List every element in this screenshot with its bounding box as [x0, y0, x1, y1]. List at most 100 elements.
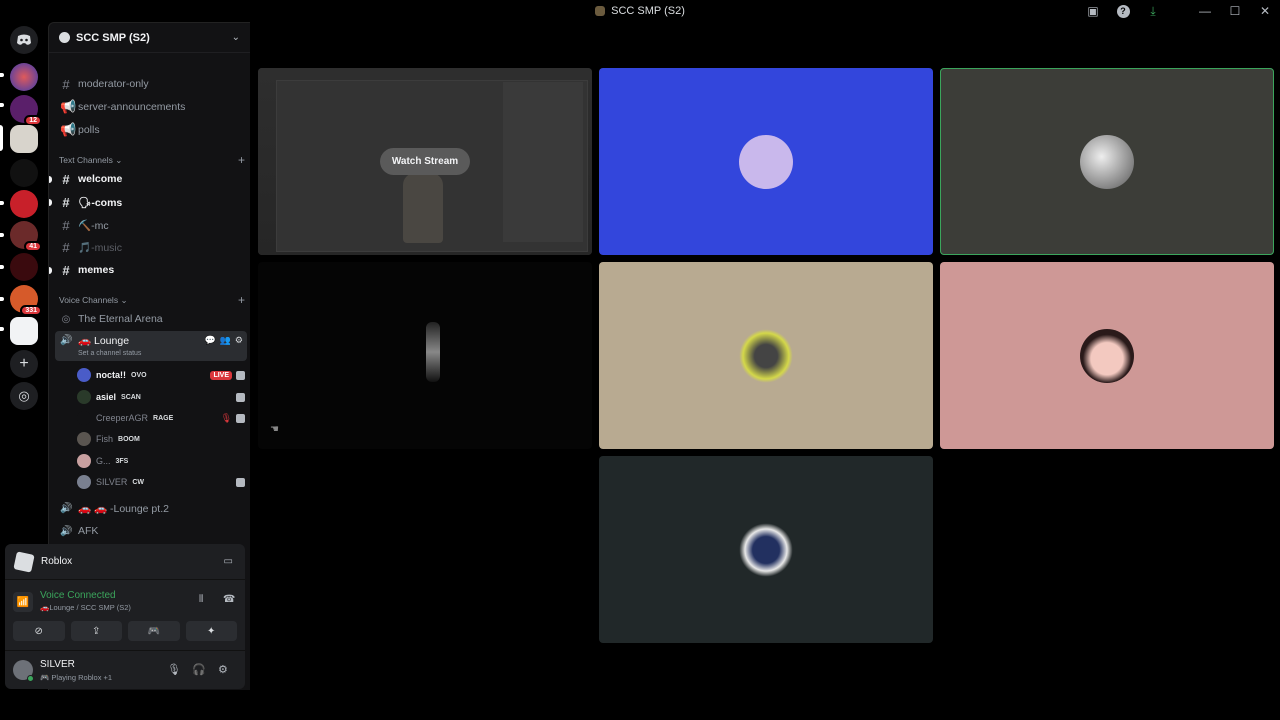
activity-icon — [236, 477, 245, 487]
unread-indicator — [49, 266, 52, 274]
server-icon[interactable] — [10, 63, 38, 91]
voice-actions: ⊘ ⇪ 🎮 ✦ — [13, 621, 237, 641]
voice-user[interactable]: CreeperAGR RAGE 🎙 — [77, 408, 247, 428]
participant-tile[interactable] — [599, 456, 933, 643]
channel-eternal-arena[interactable]: ◎ The Eternal Arena — [55, 309, 247, 329]
channel-server-announcements[interactable]: 📢 server-announcements — [55, 97, 247, 117]
activity-row[interactable]: Roblox ▭ — [5, 544, 245, 580]
server-icon[interactable] — [10, 190, 38, 218]
stream-game-icon[interactable]: ▭ — [224, 556, 233, 567]
avatar — [77, 454, 91, 468]
gear-icon[interactable]: ⚙ — [235, 335, 243, 346]
close-icon[interactable]: ✕ — [1250, 0, 1280, 22]
server-icon[interactable]: 12 — [10, 95, 42, 126]
channel-music[interactable]: # 🎵-music — [55, 237, 247, 257]
arena-icon: ◎ — [61, 313, 71, 325]
speaker-icon: 🔊 — [60, 335, 73, 346]
voice-user[interactable]: nocta!! OVO LIVE — [77, 365, 247, 385]
server-icon-active[interactable] — [10, 125, 38, 153]
hash-icon: # — [62, 76, 70, 92]
voice-user[interactable]: SILVER CW — [77, 472, 247, 492]
avatar — [1080, 328, 1134, 383]
server-icon[interactable] — [10, 317, 38, 345]
server-icon[interactable]: 41 — [10, 221, 42, 252]
participant-tile[interactable]: ☚ — [258, 262, 592, 449]
online-status-icon — [27, 675, 34, 682]
server-badge-icon — [59, 32, 70, 43]
discover-icon[interactable]: ◎ — [10, 382, 38, 410]
gear-icon[interactable]: ⚙ — [218, 663, 228, 676]
screen-share-button[interactable]: ⇪ — [70, 621, 122, 641]
mention-badge: 41 — [24, 241, 42, 252]
avatar — [77, 411, 91, 425]
user-info: SILVER 🎮 Playing Roblox +1 🎙 🎧 ⚙ — [5, 650, 245, 688]
download-icon[interactable]: ⤓ — [1138, 0, 1168, 22]
participant-tile[interactable] — [599, 262, 933, 449]
camera-off-button[interactable]: ⊘ — [13, 621, 65, 641]
voice-channel-lounge-pt2[interactable]: 🔊 🚗 🚗 -Lounge pt.2 — [55, 498, 247, 518]
maximize-icon[interactable]: ☐ — [1220, 0, 1250, 22]
participant-tile[interactable] — [599, 68, 933, 255]
avatar — [739, 134, 793, 189]
watch-stream-button[interactable]: Watch Stream — [380, 148, 470, 175]
add-server-icon[interactable]: + — [10, 350, 38, 378]
invite-icon[interactable]: 👥 — [220, 335, 231, 346]
voice-user[interactable]: asiel SCAN — [77, 387, 247, 407]
hash-icon: # — [62, 194, 70, 210]
channel-coms[interactable]: # 🗣-coms — [49, 192, 247, 212]
text-channels-category[interactable]: Text Channels ⌄ + — [59, 153, 245, 167]
soundboard-button[interactable]: ✦ — [185, 621, 237, 641]
user-panel: Roblox ▭ 📶 Voice Connected 🚗Lounge / SCC… — [5, 544, 245, 689]
channel-moderator-only[interactable]: # moderator-only — [55, 74, 247, 94]
server-header[interactable]: SCC SMP (S2) ⌄ — [49, 23, 250, 53]
voice-channels-category[interactable]: Voice Channels ⌄ + — [59, 293, 245, 307]
participant-tile[interactable] — [940, 262, 1274, 449]
speaker-icon: 🔊 — [60, 502, 73, 514]
hash-icon: # — [62, 239, 70, 255]
participant-tile-speaking[interactable] — [940, 68, 1274, 255]
voice-user[interactable]: G... 3FS — [77, 451, 247, 471]
disconnect-icon[interactable]: ☎ — [223, 594, 235, 605]
discord-home-icon[interactable] — [10, 26, 38, 54]
help-icon[interactable]: ? — [1108, 0, 1138, 22]
voice-channel-path[interactable]: 🚗Lounge / SCC SMP (S2) — [40, 603, 131, 612]
username[interactable]: SILVER — [40, 659, 75, 670]
headphones-icon[interactable]: 🎧 — [192, 663, 206, 676]
muted-icon: 🎙 — [220, 412, 232, 423]
activities-button[interactable]: 🎮 — [128, 621, 180, 641]
channel-mc[interactable]: # ⛏️-mc — [55, 215, 247, 235]
add-channel-icon[interactable]: + — [238, 293, 245, 307]
server-icon[interactable]: 331 — [10, 285, 42, 316]
announcement-icon: 📢 — [60, 99, 77, 114]
server-icon[interactable] — [10, 253, 38, 281]
chevron-down-icon: ⌄ — [115, 154, 123, 165]
signal-icon[interactable]: 📶 — [13, 592, 33, 612]
voice-channel-afk[interactable]: 🔊 AFK — [55, 521, 247, 541]
add-channel-icon[interactable]: + — [238, 153, 245, 167]
channel-welcome[interactable]: # welcome — [49, 169, 247, 189]
inbox-icon[interactable]: ▣ — [1078, 0, 1108, 22]
avatar — [77, 368, 91, 382]
window-title: SCC SMP (S2) — [595, 5, 685, 17]
avatar — [77, 475, 91, 489]
server-icon[interactable] — [10, 159, 38, 187]
speaker-icon: 🔊 — [60, 525, 73, 537]
mention-badge: 331 — [20, 305, 42, 316]
microphone-icon[interactable]: 🎙 — [167, 663, 181, 676]
pointer-icon: ☚ — [270, 424, 279, 435]
stream-tile[interactable]: Watch Stream — [258, 68, 592, 255]
channel-status-prompt[interactable]: Set a channel status — [78, 350, 141, 357]
minimize-icon[interactable]: — — [1190, 0, 1220, 22]
video-feed — [426, 322, 440, 382]
noise-suppression-icon[interactable]: ⫴ — [199, 594, 203, 605]
voice-channel-lounge[interactable]: 🔊 🚗 Lounge Set a channel status 💬 👥 ⚙ — [55, 331, 247, 361]
unread-indicator — [49, 198, 52, 206]
hash-icon: # — [62, 217, 70, 233]
voice-status[interactable]: Voice Connected — [40, 590, 116, 601]
chat-icon[interactable]: 💬 — [204, 335, 215, 346]
avatar — [739, 328, 793, 383]
chevron-down-icon: ⌄ — [231, 32, 240, 43]
channel-polls[interactable]: 📢 polls — [55, 120, 247, 140]
channel-memes[interactable]: # memes — [49, 260, 247, 280]
voice-user[interactable]: Fish BOOM — [77, 429, 247, 449]
